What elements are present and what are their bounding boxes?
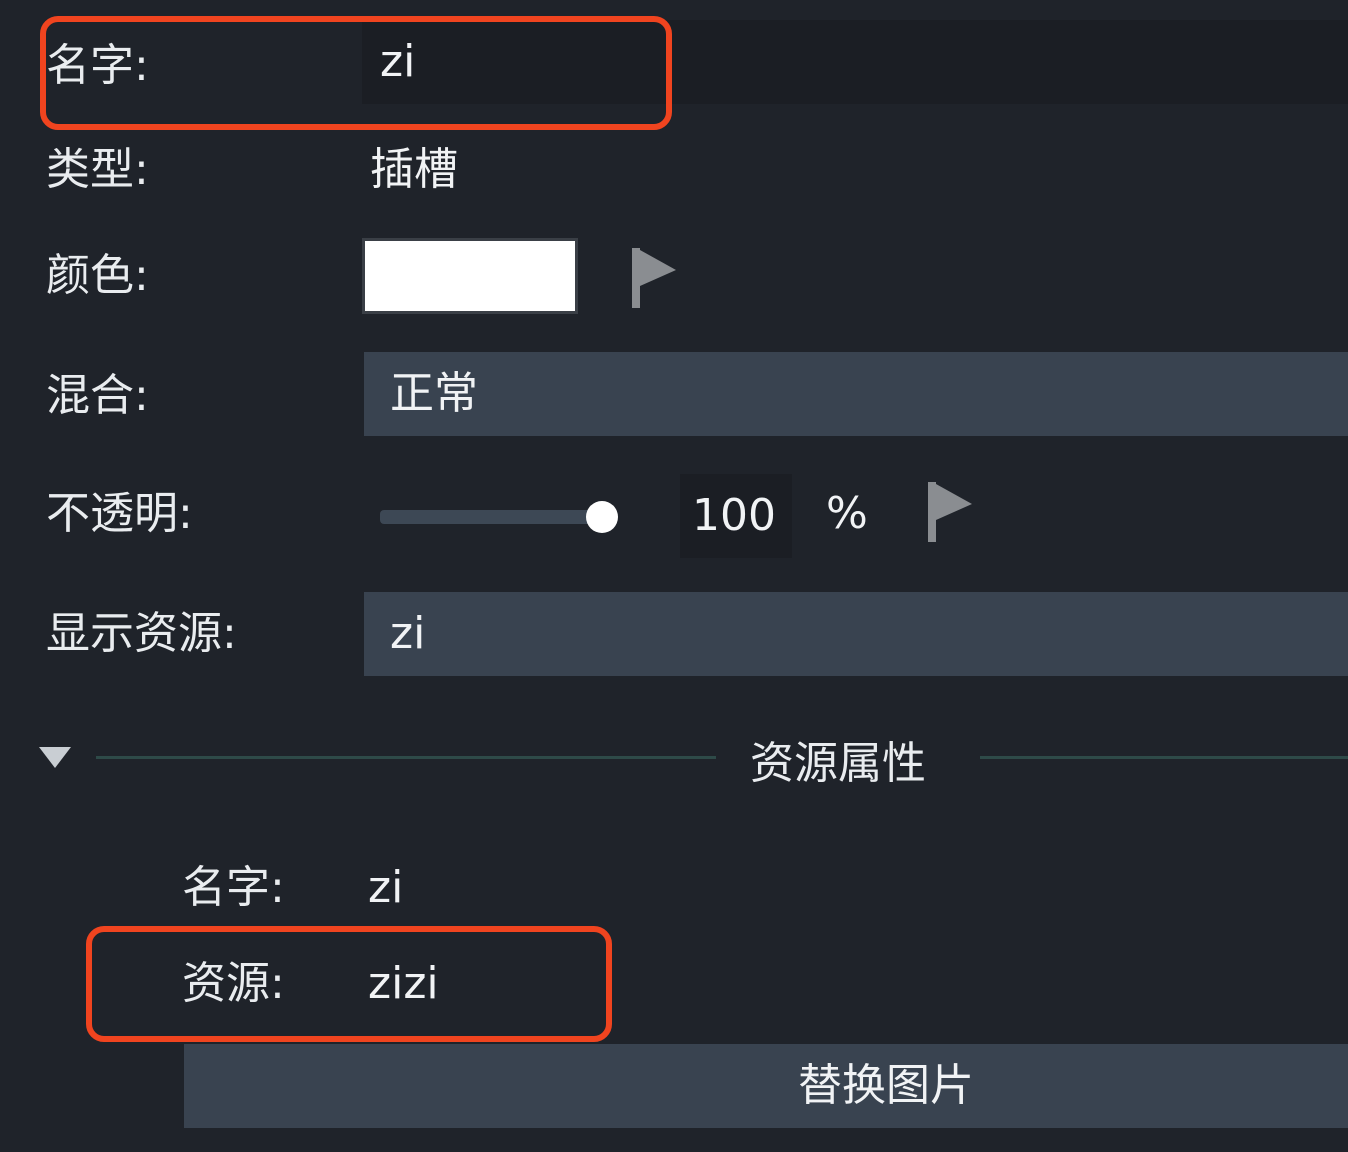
display-resource-label: 显示资源: (46, 608, 237, 659)
opacity-label: 不透明: (46, 488, 193, 539)
replace-image-button[interactable]: 替换图片 (184, 1044, 1348, 1128)
type-value: 插槽 (370, 144, 458, 195)
resource-name-label: 名字: (182, 862, 285, 913)
color-label: 颜色: (46, 250, 149, 301)
color-swatch[interactable] (362, 238, 578, 314)
name-label: 名字: (46, 40, 149, 91)
opacity-slider-track (380, 510, 602, 524)
display-resource-select[interactable]: zi (364, 592, 1348, 676)
section-divider-right (980, 756, 1348, 759)
resource-label: 资源: (182, 958, 285, 1009)
opacity-unit: % (826, 488, 868, 539)
section-divider-left (96, 756, 716, 759)
section-title: 资源属性 (750, 738, 926, 789)
name-input[interactable]: zi (362, 20, 1348, 104)
opacity-slider-thumb[interactable] (586, 501, 618, 533)
opacity-input[interactable]: 100 (680, 474, 792, 558)
blend-select[interactable]: 正常 (364, 352, 1348, 436)
resource-name-value: zi (368, 862, 404, 913)
opacity-flag-icon[interactable] (926, 480, 974, 562)
triangle-down-icon[interactable] (38, 746, 72, 770)
opacity-slider[interactable] (380, 501, 620, 533)
resource-value: zizi (368, 958, 439, 1009)
blend-label: 混合: (46, 370, 149, 421)
type-label: 类型: (46, 144, 149, 195)
resource-highlight-box (86, 926, 612, 1042)
color-flag-icon[interactable] (630, 246, 678, 328)
